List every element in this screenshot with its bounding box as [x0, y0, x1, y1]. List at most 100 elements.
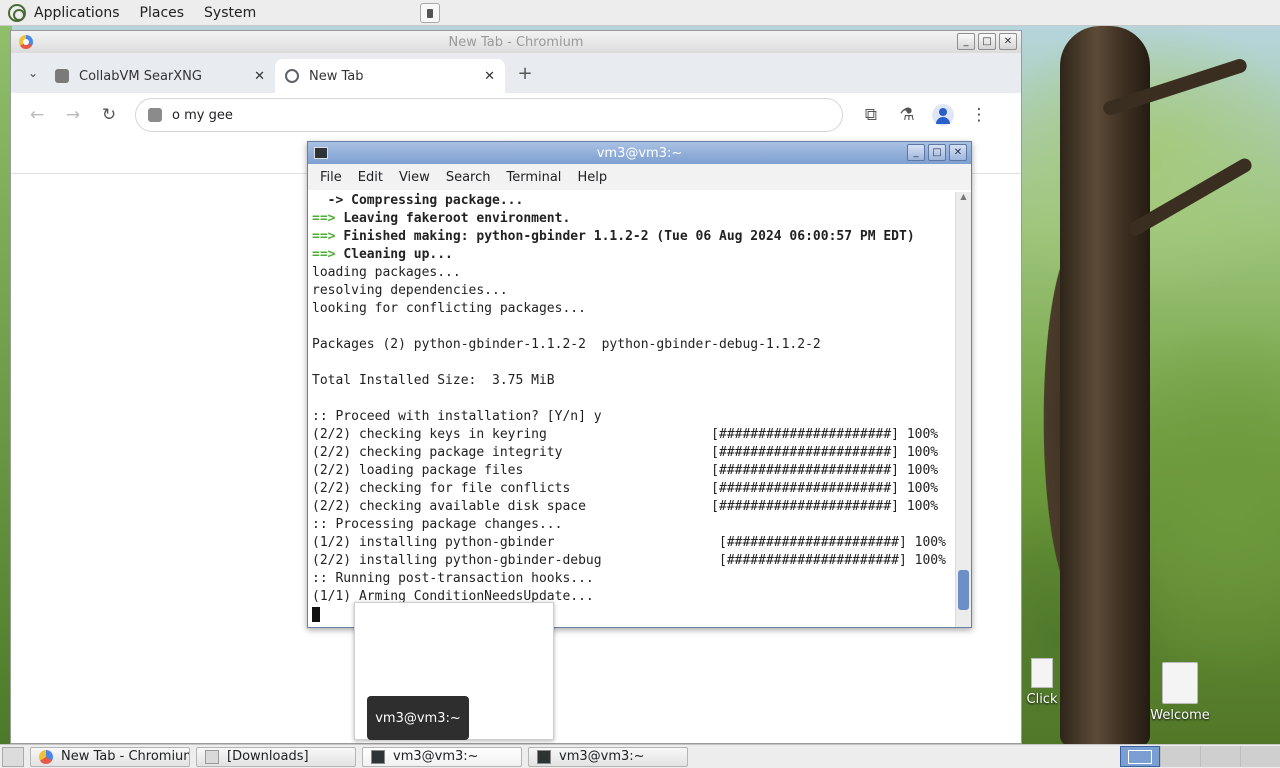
maximize-button[interactable]: □ — [928, 144, 946, 161]
taskbar-item-downloads[interactable]: [Downloads] — [196, 746, 356, 767]
menu-terminal[interactable]: Terminal — [498, 170, 569, 185]
distro-logo-icon[interactable] — [8, 3, 26, 22]
terminal-line: (2/2) loading package files [###########… — [312, 462, 951, 480]
maximize-button[interactable]: □ — [978, 33, 996, 50]
close-button[interactable]: ✕ — [999, 33, 1017, 50]
labs-flask-icon[interactable]: ⚗ — [889, 97, 925, 133]
minimize-button[interactable]: _ — [907, 144, 925, 161]
globe-icon — [285, 69, 299, 83]
chromium-titlebar[interactable]: New Tab - Chromium _ □ ✕ — [11, 31, 1021, 53]
taskbar-item-chromium[interactable]: New Tab - Chromium — [30, 746, 190, 767]
menu-edit[interactable]: Edit — [350, 170, 391, 185]
back-icon[interactable]: ← — [19, 97, 55, 133]
terminal-icon — [537, 749, 551, 764]
line-text: looking for conflicting packages... — [312, 301, 586, 316]
line-text: :: Processing package changes... — [312, 517, 563, 532]
tab-search-chevron-icon[interactable]: ⌄ — [21, 59, 45, 87]
file-icon — [1031, 658, 1053, 688]
line-text: (2/2) checking keys in keyring [########… — [312, 427, 939, 442]
terminal-title: vm3@vm3:~ — [596, 145, 683, 161]
taskbar-item-terminal-2[interactable]: vm3@vm3:~ — [528, 746, 688, 767]
system-menu[interactable]: System — [204, 5, 256, 21]
line-text: Finished making: python-gbinder 1.1.2-2 … — [343, 229, 915, 244]
workspace-4[interactable] — [1240, 746, 1280, 767]
wallpaper-tree-trunk — [1060, 26, 1150, 746]
tab-close-icon[interactable]: ✕ — [484, 69, 495, 84]
terminal-line: (1/2) installing python-gbinder [#######… — [312, 534, 951, 552]
document-icon — [1162, 662, 1198, 704]
workspace-3[interactable] — [1200, 746, 1240, 767]
taskbar-label: [Downloads] — [227, 749, 309, 764]
line-text: (2/2) checking available disk space [###… — [312, 499, 939, 514]
menu-search[interactable]: Search — [438, 170, 499, 185]
show-desktop-button[interactable] — [2, 746, 24, 767]
menu-view[interactable]: View — [391, 170, 438, 185]
scroll-up-icon[interactable]: ▲ — [956, 192, 971, 204]
line-text: (1/2) installing python-gbinder [#######… — [312, 535, 946, 550]
line-text: Total Installed Size: 3.75 MiB — [312, 373, 555, 388]
terminal-line: Packages (2) python-gbinder-1.1.2-2 pyth… — [312, 336, 951, 354]
taskbar-label: vm3@vm3:~ — [559, 749, 645, 764]
line-text: (2/2) loading package files [###########… — [312, 463, 939, 478]
terminal-output[interactable]: -> Compressing package... ==> Leaving fak… — [308, 192, 955, 627]
profile-avatar[interactable] — [925, 97, 961, 133]
searxng-favicon-icon — [55, 69, 69, 83]
new-tab-button[interactable]: + — [511, 59, 539, 87]
tab-close-icon[interactable]: ✕ — [254, 69, 265, 84]
workspace-1[interactable] — [1120, 746, 1160, 767]
terminal-line: loading packages... — [312, 264, 951, 282]
terminal-cursor — [312, 607, 320, 622]
line-prefix: ==> — [312, 247, 344, 262]
terminal-line: (2/2) checking available disk space [###… — [312, 498, 951, 516]
line-prefix: ==> — [312, 211, 344, 226]
terminal-line: ==> Cleaning up... — [312, 246, 951, 264]
terminal-line: (2/2) installing python-gbinder-debug [#… — [312, 552, 951, 570]
address-bar-text[interactable]: o my gee — [172, 108, 233, 123]
scrollbar-thumb[interactable] — [958, 570, 969, 610]
terminal-line: resolving dependencies... — [312, 282, 951, 300]
search-engine-icon — [148, 108, 162, 122]
applications-menu[interactable]: Applications — [34, 5, 120, 21]
terminal-line: (2/2) checking package integrity [######… — [312, 444, 951, 462]
taskbar-item-terminal-1[interactable]: vm3@vm3:~ — [362, 746, 522, 767]
reload-icon[interactable]: ↻ — [91, 97, 127, 133]
line-text: Packages (2) python-gbinder-1.1.2-2 pyth… — [312, 337, 821, 352]
terminal-menubar: File Edit View Search Terminal Help — [308, 164, 971, 190]
line-text: Cleaning up... — [343, 247, 453, 262]
taskbar-tooltip: vm3@vm3:~ — [367, 696, 469, 740]
desktop-icon-label: Welcome — [1150, 708, 1210, 723]
desktop-icon-click[interactable]: Click — [1022, 658, 1062, 707]
bottom-panel: New Tab - Chromium [Downloads] vm3@vm3:~… — [0, 744, 1280, 768]
tab-new-tab[interactable]: New Tab ✕ — [275, 59, 505, 93]
taskbar-label: vm3@vm3:~ — [393, 749, 479, 764]
extensions-icon[interactable]: ⧉ — [853, 97, 889, 133]
top-panel: Applications Places System — [0, 0, 1280, 26]
desktop-icon-welcome[interactable]: Welcome — [1150, 662, 1210, 723]
close-button[interactable]: ✕ — [949, 144, 967, 161]
menu-help[interactable]: Help — [569, 170, 615, 185]
terminal-line: :: Running post-transaction hooks... — [312, 570, 951, 588]
address-bar[interactable]: o my gee — [135, 98, 843, 132]
terminal-line: (2/2) checking for file conflicts [#####… — [312, 480, 951, 498]
terminal-scrollbar[interactable]: ▲ — [955, 192, 971, 627]
line-text: (2/2) checking for file conflicts [#####… — [312, 481, 939, 496]
forward-icon[interactable]: → — [55, 97, 91, 133]
tab-searxng[interactable]: CollabVM SearXNG ✕ — [45, 59, 275, 93]
places-menu[interactable]: Places — [140, 5, 185, 21]
terminal-line: -> Compressing package... — [312, 192, 951, 210]
workspace-2[interactable] — [1160, 746, 1200, 767]
tab-label: CollabVM SearXNG — [79, 68, 202, 84]
panel-launcher-icon[interactable] — [420, 3, 440, 23]
tab-strip: ⌄ CollabVM SearXNG ✕ New Tab ✕ + — [11, 53, 1021, 93]
preview-thumbnail — [357, 605, 549, 625]
menu-file[interactable]: File — [312, 170, 350, 185]
window-title: New Tab - Chromium — [448, 34, 584, 50]
terminal-titlebar[interactable]: vm3@vm3:~ _ □ ✕ — [308, 142, 971, 164]
minimize-button[interactable]: _ — [957, 33, 975, 50]
line-text: (2/2) checking package integrity [######… — [312, 445, 939, 460]
menu-kebab-icon[interactable]: ⋮ — [961, 97, 997, 133]
terminal-icon — [371, 749, 385, 764]
